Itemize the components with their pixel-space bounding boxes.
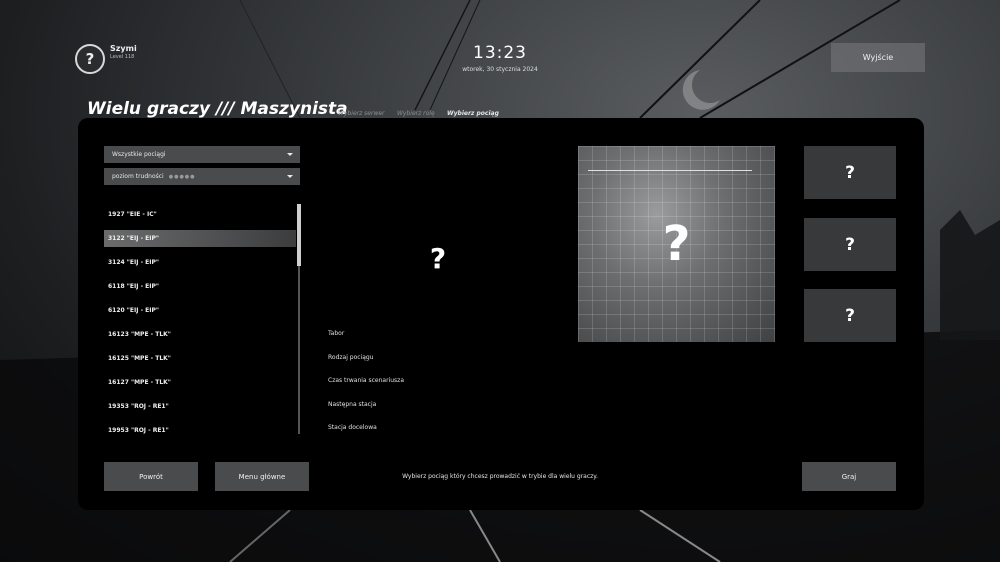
chevron-down-icon [287, 153, 293, 156]
train-preview-image: ? [578, 146, 775, 342]
info-label-next-station: Następna stacja [328, 401, 377, 408]
main-menu-button[interactable]: Menu główne [215, 462, 309, 491]
train-list-item[interactable]: 19353 "ROJ - RE1" [104, 398, 296, 415]
train-list-scrollbar-thumb[interactable] [297, 204, 301, 266]
step-select-server[interactable]: Wybierz serwer [338, 110, 385, 117]
page-title: Wielu graczy /// Maszynista [87, 99, 348, 119]
info-label-destination: Stacja docelowa [328, 424, 377, 431]
user-level: Level 118 [110, 54, 135, 60]
step-select-role[interactable]: Wybierz rolę [397, 110, 435, 117]
footer-hint: Wybierz pociąg który chcesz prowadzić w … [402, 473, 598, 480]
train-list-item[interactable]: 19953 "ROJ - RE1" [104, 422, 296, 434]
difficulty-label: poziom trudności [112, 173, 164, 180]
train-list-item[interactable]: 16127 "MPE - TLK" [104, 374, 296, 391]
train-category-value: Wszystkie pociągi [112, 151, 166, 158]
play-button[interactable]: Graj [802, 462, 896, 491]
preview-line [588, 170, 752, 171]
train-list-item[interactable]: 6120 "EIJ - EIP" [104, 302, 296, 319]
info-label-scenario-duration: Czas trwania scenariusza [328, 377, 404, 384]
back-button[interactable]: Powrót [104, 462, 198, 491]
train-list-item[interactable]: 1927 "EIE - IC" [104, 206, 296, 223]
train-placeholder-question-icon: ? [429, 242, 447, 275]
info-label-rolling-stock: Tabor [328, 330, 345, 337]
question-icon: ? [845, 162, 855, 183]
train-list-item[interactable]: 16123 "MPE - TLK" [104, 326, 296, 343]
difficulty-dots: ●●●●● [168, 173, 196, 180]
difficulty-dropdown[interactable]: poziom trudności ●●●●● [104, 168, 300, 185]
user-name: Szymi [110, 44, 137, 53]
preview-thumbnail-3[interactable]: ? [804, 289, 896, 342]
question-icon: ? [845, 234, 855, 255]
preview-question-icon: ? [662, 216, 691, 272]
question-icon: ? [845, 305, 855, 326]
preview-thumbnail-2[interactable]: ? [804, 218, 896, 271]
train-category-dropdown[interactable]: Wszystkie pociągi [104, 146, 300, 163]
chevron-down-icon [287, 175, 293, 178]
train-list[interactable]: 1927 "EIE - IC" 3122 "EIJ - EIP" 3124 "E… [104, 202, 300, 434]
exit-button[interactable]: Wyjście [831, 43, 925, 72]
train-list-item-selected[interactable]: 3122 "EIJ - EIP" [104, 230, 296, 247]
preview-thumbnail-1[interactable]: ? [804, 146, 896, 199]
train-list-item[interactable]: 3124 "EIJ - EIP" [104, 254, 296, 271]
train-list-item[interactable]: 6118 "EIJ - EIP" [104, 278, 296, 295]
avatar-question-mark-icon[interactable]: ? [75, 44, 105, 74]
step-select-train[interactable]: Wybierz pociąg [447, 110, 499, 117]
info-label-train-type: Rodzaj pociągu [328, 354, 374, 361]
clock-date: wtorek, 30 stycznia 2024 [462, 66, 538, 73]
train-list-item[interactable]: 16125 "MPE - TLK" [104, 350, 296, 367]
clock-time: 13:23 [473, 43, 527, 63]
